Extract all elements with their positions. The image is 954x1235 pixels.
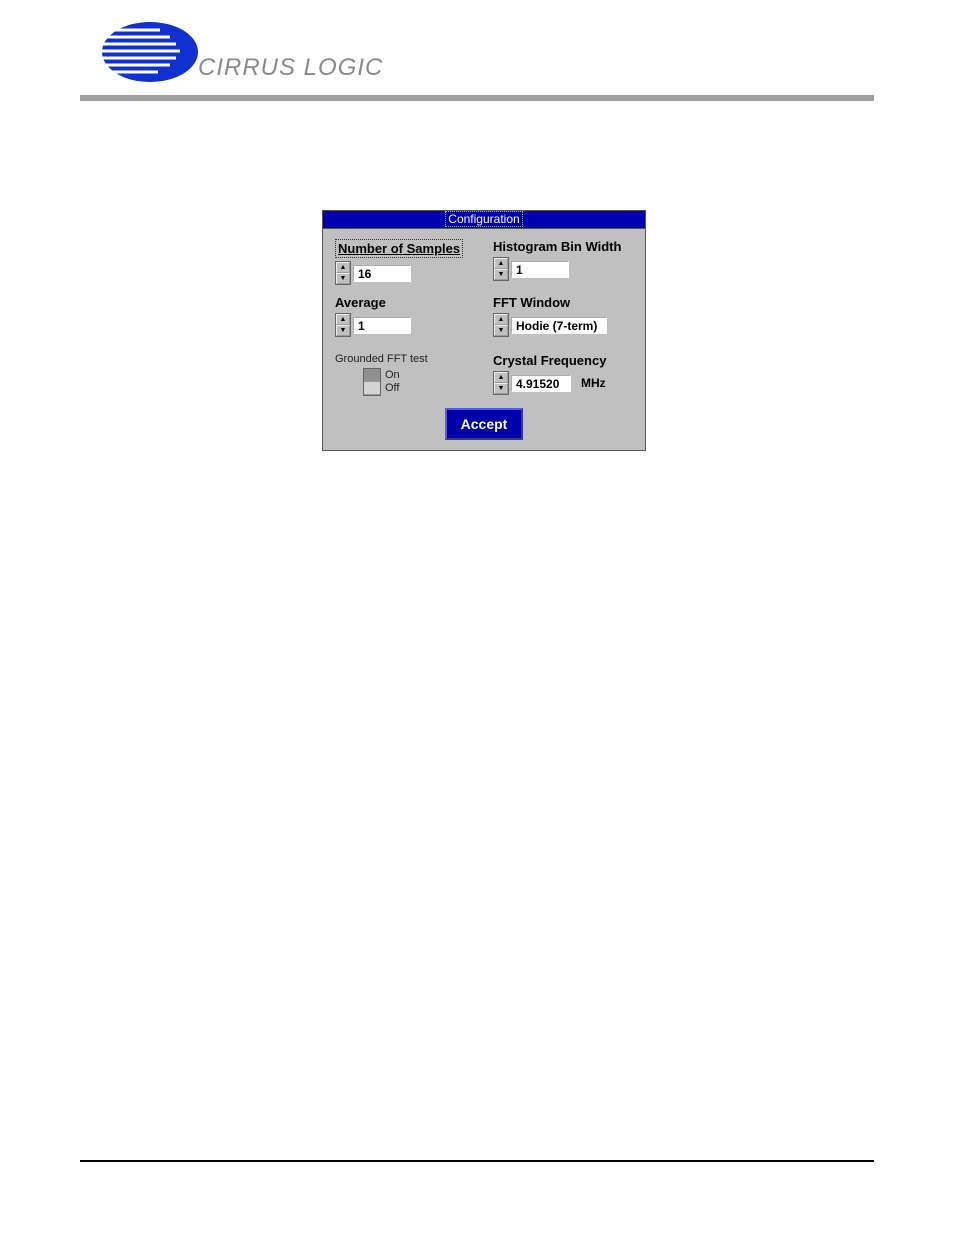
fft-window-group: FFT Window ▲ ▼ Hodie (7-term): [493, 295, 633, 337]
toggle-labels: On Off: [385, 369, 400, 395]
toggle-on-label: On: [385, 369, 400, 382]
num-samples-group: Number of Samples ▲ ▼ 16: [335, 239, 475, 285]
toggle-on-slot[interactable]: [364, 369, 380, 382]
hist-bin-input[interactable]: 1: [511, 261, 569, 278]
average-down-icon[interactable]: ▼: [336, 325, 350, 336]
toggle-off-label: Off: [385, 382, 400, 395]
average-up-icon[interactable]: ▲: [336, 314, 350, 325]
footer-rule: [80, 1160, 874, 1162]
num-samples-input[interactable]: 16: [353, 265, 411, 282]
average-input[interactable]: 1: [353, 317, 411, 334]
window-title: Configuration: [445, 211, 522, 227]
num-samples-spinner[interactable]: ▲ ▼: [335, 261, 351, 285]
hist-bin-label: Histogram Bin Width: [493, 239, 633, 254]
grounded-fft-group: Grounded FFT test On Off: [335, 353, 475, 396]
hist-bin-group: Histogram Bin Width ▲ ▼ 1: [493, 239, 633, 285]
accept-button[interactable]: Accept: [445, 408, 524, 440]
hist-bin-up-icon[interactable]: ▲: [494, 258, 508, 269]
num-samples-up-icon[interactable]: ▲: [336, 262, 350, 273]
num-samples-down-icon[interactable]: ▼: [336, 273, 350, 284]
hist-bin-down-icon[interactable]: ▼: [494, 269, 508, 280]
toggle-off-slot[interactable]: [364, 382, 380, 395]
average-spinner[interactable]: ▲ ▼: [335, 313, 351, 337]
logo: CIRRUS LOGIC: [0, 20, 954, 85]
average-group: Average ▲ ▼ 1: [335, 295, 475, 337]
fft-window-down-icon[interactable]: ▼: [494, 325, 508, 336]
crystal-up-icon[interactable]: ▲: [494, 372, 508, 383]
page-header: CIRRUS LOGIC: [0, 0, 954, 101]
cirrus-logo-icon: [80, 20, 200, 85]
crystal-down-icon[interactable]: ▼: [494, 383, 508, 394]
window-titlebar: Configuration: [323, 211, 645, 229]
grounded-fft-toggle[interactable]: [363, 368, 381, 396]
hist-bin-spinner[interactable]: ▲ ▼: [493, 257, 509, 281]
fft-window-input[interactable]: Hodie (7-term): [511, 317, 607, 334]
crystal-unit: MHz: [581, 376, 606, 390]
fft-window-label: FFT Window: [493, 295, 633, 310]
crystal-label: Crystal Frequency: [493, 353, 633, 368]
average-label: Average: [335, 295, 475, 310]
crystal-input[interactable]: 4.91520: [511, 375, 571, 392]
crystal-spinner[interactable]: ▲ ▼: [493, 371, 509, 395]
brand-text: CIRRUS LOGIC: [198, 54, 383, 82]
fft-window-spinner[interactable]: ▲ ▼: [493, 313, 509, 337]
configuration-window: Configuration Number of Samples ▲ ▼ 16 H…: [322, 210, 646, 451]
header-rule: [80, 95, 874, 101]
crystal-group: Crystal Frequency ▲ ▼ 4.91520 MHz: [493, 353, 633, 396]
grounded-fft-label: Grounded FFT test: [335, 353, 475, 365]
fft-window-up-icon[interactable]: ▲: [494, 314, 508, 325]
num-samples-label: Number of Samples: [335, 239, 463, 258]
